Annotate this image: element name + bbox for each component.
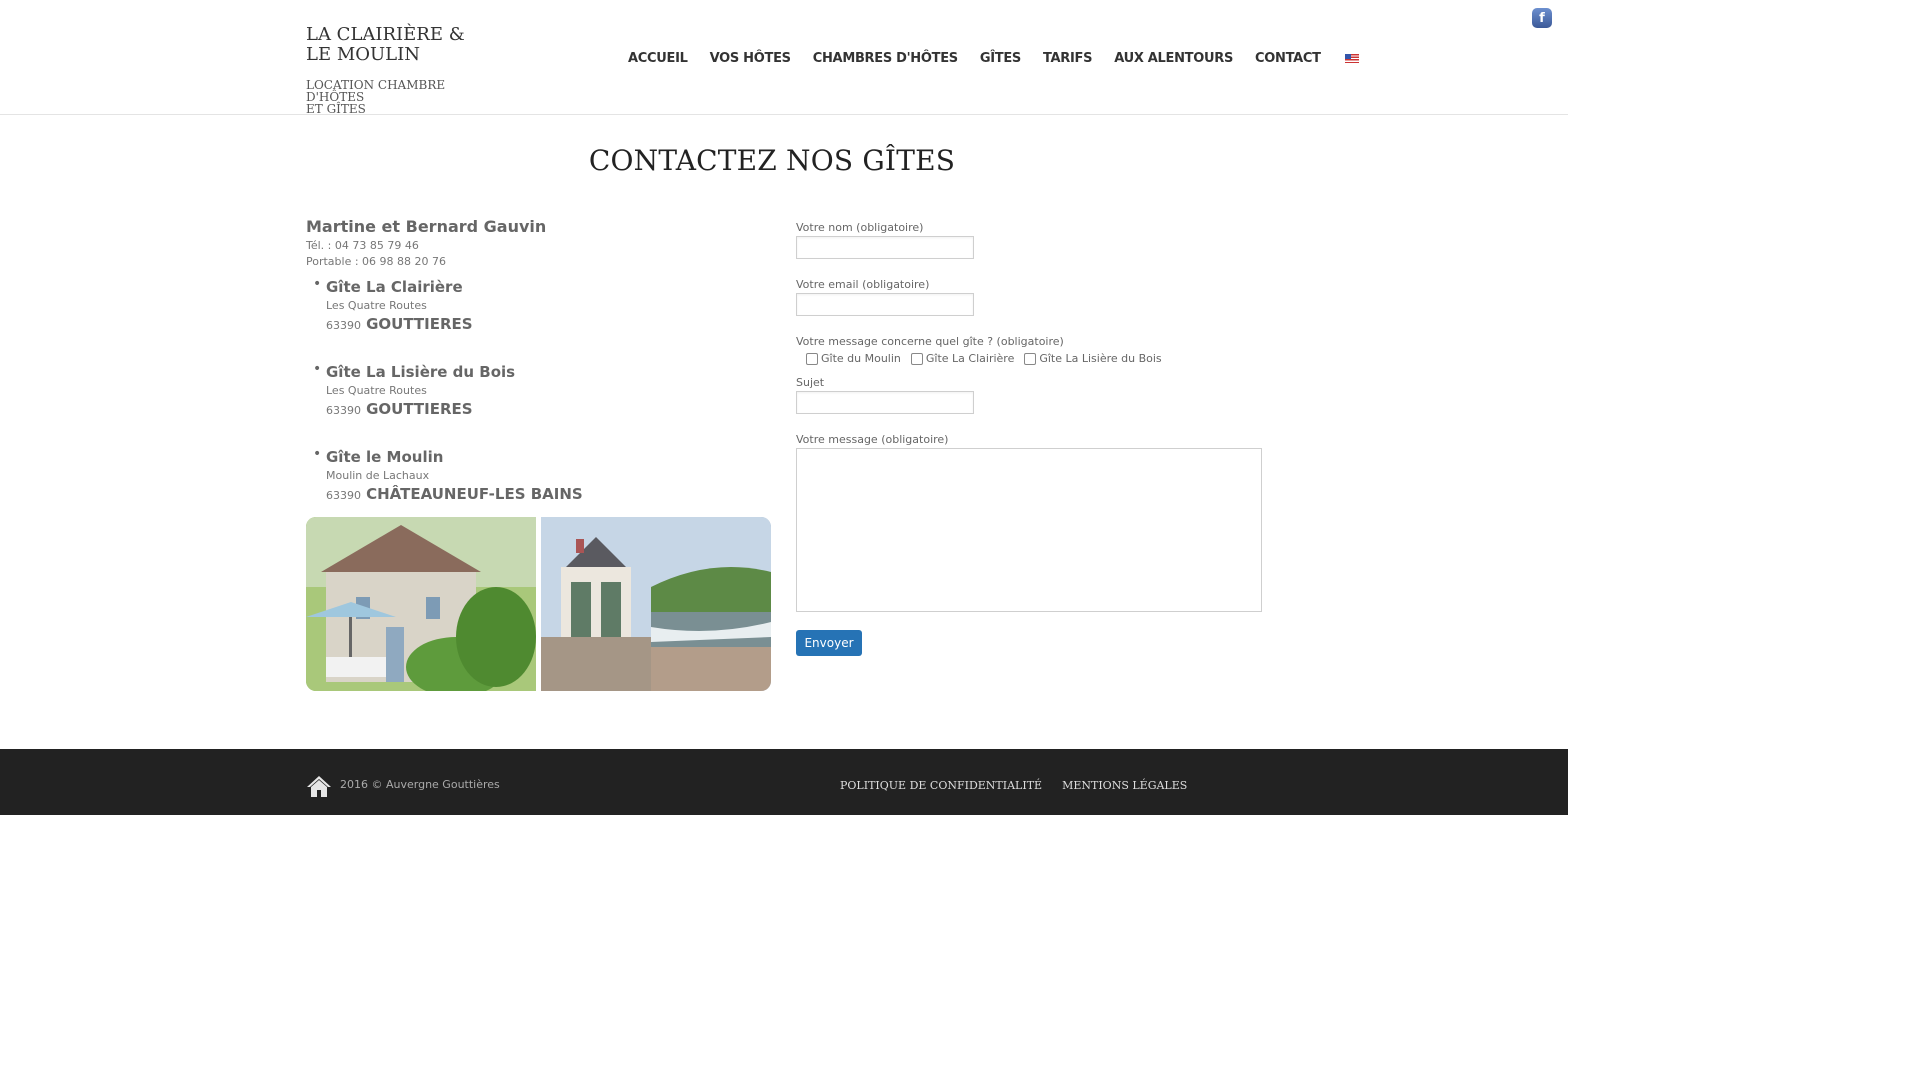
contact-name: Martine et Bernard Gauvin xyxy=(306,217,547,236)
nav-item-contact[interactable]: CONTACT xyxy=(1255,51,1321,66)
gite-street: Moulin de Lachaux xyxy=(326,469,430,482)
gite-option-label[interactable]: Gîte du Moulin xyxy=(821,352,901,365)
nav-item-tarifs[interactable]: TARIFS xyxy=(1043,51,1093,66)
gite-checkbox-group: Gîte du Moulin Gîte La Clairière Gîte La… xyxy=(806,352,1172,365)
gite-city: GOUTTIERES xyxy=(366,315,473,333)
us-flag-icon[interactable] xyxy=(1344,53,1359,63)
gazebo-river-illustration xyxy=(541,517,771,691)
checkbox[interactable] xyxy=(806,352,818,365)
page-title: CONTACTEZ NOS GÎTES xyxy=(588,144,956,177)
gite-name: Gîte La Lisière du Bois xyxy=(326,363,516,381)
gite-zip: 63390 xyxy=(326,489,361,502)
site-tagline-line1: LOCATION CHAMBRE D'HÔTES xyxy=(306,78,446,104)
footer-links: POLITIQUE DE CONFIDENTIALITÉ MENTIONS LÉ… xyxy=(840,779,1207,792)
nav-item-aux-alentours[interactable]: AUX ALENTOURS xyxy=(1114,51,1233,66)
list-item: Gîte La Lisière du Bois Les Quatre Route… xyxy=(306,361,776,421)
gite-city-line: 63390 CHÂTEAUNEUF-LES BAINS xyxy=(326,484,776,506)
gite-zip: 63390 xyxy=(326,319,361,332)
send-button[interactable]: Envoyer xyxy=(796,630,862,656)
gite-option-lisiere[interactable]: Gîte La Lisière du Bois xyxy=(1024,352,1162,365)
gite-photo-gazebo-river xyxy=(541,517,771,691)
gite-option-label[interactable]: Gîte La Lisière du Bois xyxy=(1039,352,1161,365)
list-item: Gîte le Moulin Moulin de Lachaux 63390 C… xyxy=(306,446,776,506)
privacy-policy-link[interactable]: POLITIQUE DE CONFIDENTIALITÉ xyxy=(840,779,1042,792)
email-label: Votre email (obligatoire) xyxy=(796,278,930,291)
gite-option-clairiere[interactable]: Gîte La Clairière xyxy=(910,352,1014,365)
stone-house-illustration xyxy=(306,517,536,691)
gite-city: GOUTTIERES xyxy=(366,400,473,418)
gite-city: CHÂTEAUNEUF-LES BAINS xyxy=(366,485,583,503)
gite-city-line: 63390 GOUTTIERES xyxy=(326,314,776,336)
gite-question-label: Votre message concerne quel gîte ? (obli… xyxy=(796,335,1064,348)
legal-notice-link[interactable]: MENTIONS LÉGALES xyxy=(1062,779,1187,792)
gite-photo-stone-house xyxy=(306,517,536,691)
gite-name: Gîte La Clairière xyxy=(326,278,463,296)
site-title-line1[interactable]: LA CLAIRIÈRE & xyxy=(306,25,506,45)
site-footer xyxy=(0,749,1568,815)
checkbox[interactable] xyxy=(1024,352,1037,365)
site-title-line2[interactable]: LE MOULIN xyxy=(306,45,506,65)
gite-street: Les Quatre Routes xyxy=(326,299,427,312)
nav-item-accueil[interactable]: ACCUEIL xyxy=(628,51,688,66)
subject-field[interactable] xyxy=(796,391,974,414)
list-item: Gîte La Clairière Les Quatre Routes 6339… xyxy=(306,276,776,336)
subject-label: Sujet xyxy=(796,376,825,389)
home-icon[interactable] xyxy=(306,774,332,798)
nav-item-chambres-dhotes[interactable]: CHAMBRES D'HÔTES xyxy=(813,51,958,66)
main-nav: ACCUEIL VOS HÔTES CHAMBRES D'HÔTES GÎTES… xyxy=(628,48,1359,68)
message-label: Votre message (obligatoire) xyxy=(796,433,949,446)
gite-city-line: 63390 GOUTTIERES xyxy=(326,399,776,421)
nav-item-vos-hotes[interactable]: VOS HÔTES xyxy=(710,51,791,66)
copyright-text: 2016 © Auvergne Gouttières xyxy=(340,778,500,791)
site-title[interactable]: LA CLAIRIÈRE & LE MOULIN xyxy=(306,25,506,65)
gite-name: Gîte le Moulin xyxy=(326,448,444,466)
message-field[interactable] xyxy=(796,448,1262,612)
nav-item-gites[interactable]: GÎTES xyxy=(980,51,1021,66)
site-header: LA CLAIRIÈRE & LE MOULIN LOCATION CHAMBR… xyxy=(0,0,1568,115)
name-label: Votre nom (obligatoire) xyxy=(796,221,924,234)
site-tagline-line2: ET GÎTES xyxy=(306,102,366,116)
mobile-number: Portable : 06 98 88 20 76 xyxy=(306,255,447,268)
gite-street: Les Quatre Routes xyxy=(326,384,427,397)
facebook-icon[interactable]: f xyxy=(1532,8,1552,28)
gite-zip: 63390 xyxy=(326,404,361,417)
checkbox[interactable] xyxy=(910,352,923,365)
gite-option-label[interactable]: Gîte La Clairière xyxy=(926,352,1014,365)
name-field[interactable] xyxy=(796,236,974,259)
gite-option-moulin[interactable]: Gîte du Moulin xyxy=(806,352,901,365)
gite-list: Gîte La Clairière Les Quatre Routes 6339… xyxy=(306,276,776,531)
email-field[interactable] xyxy=(796,293,974,316)
phone-number: Tél. : 04 73 85 79 46 xyxy=(306,239,419,252)
site-tagline: LOCATION CHAMBRE D'HÔTES ET GÎTES xyxy=(306,79,506,115)
